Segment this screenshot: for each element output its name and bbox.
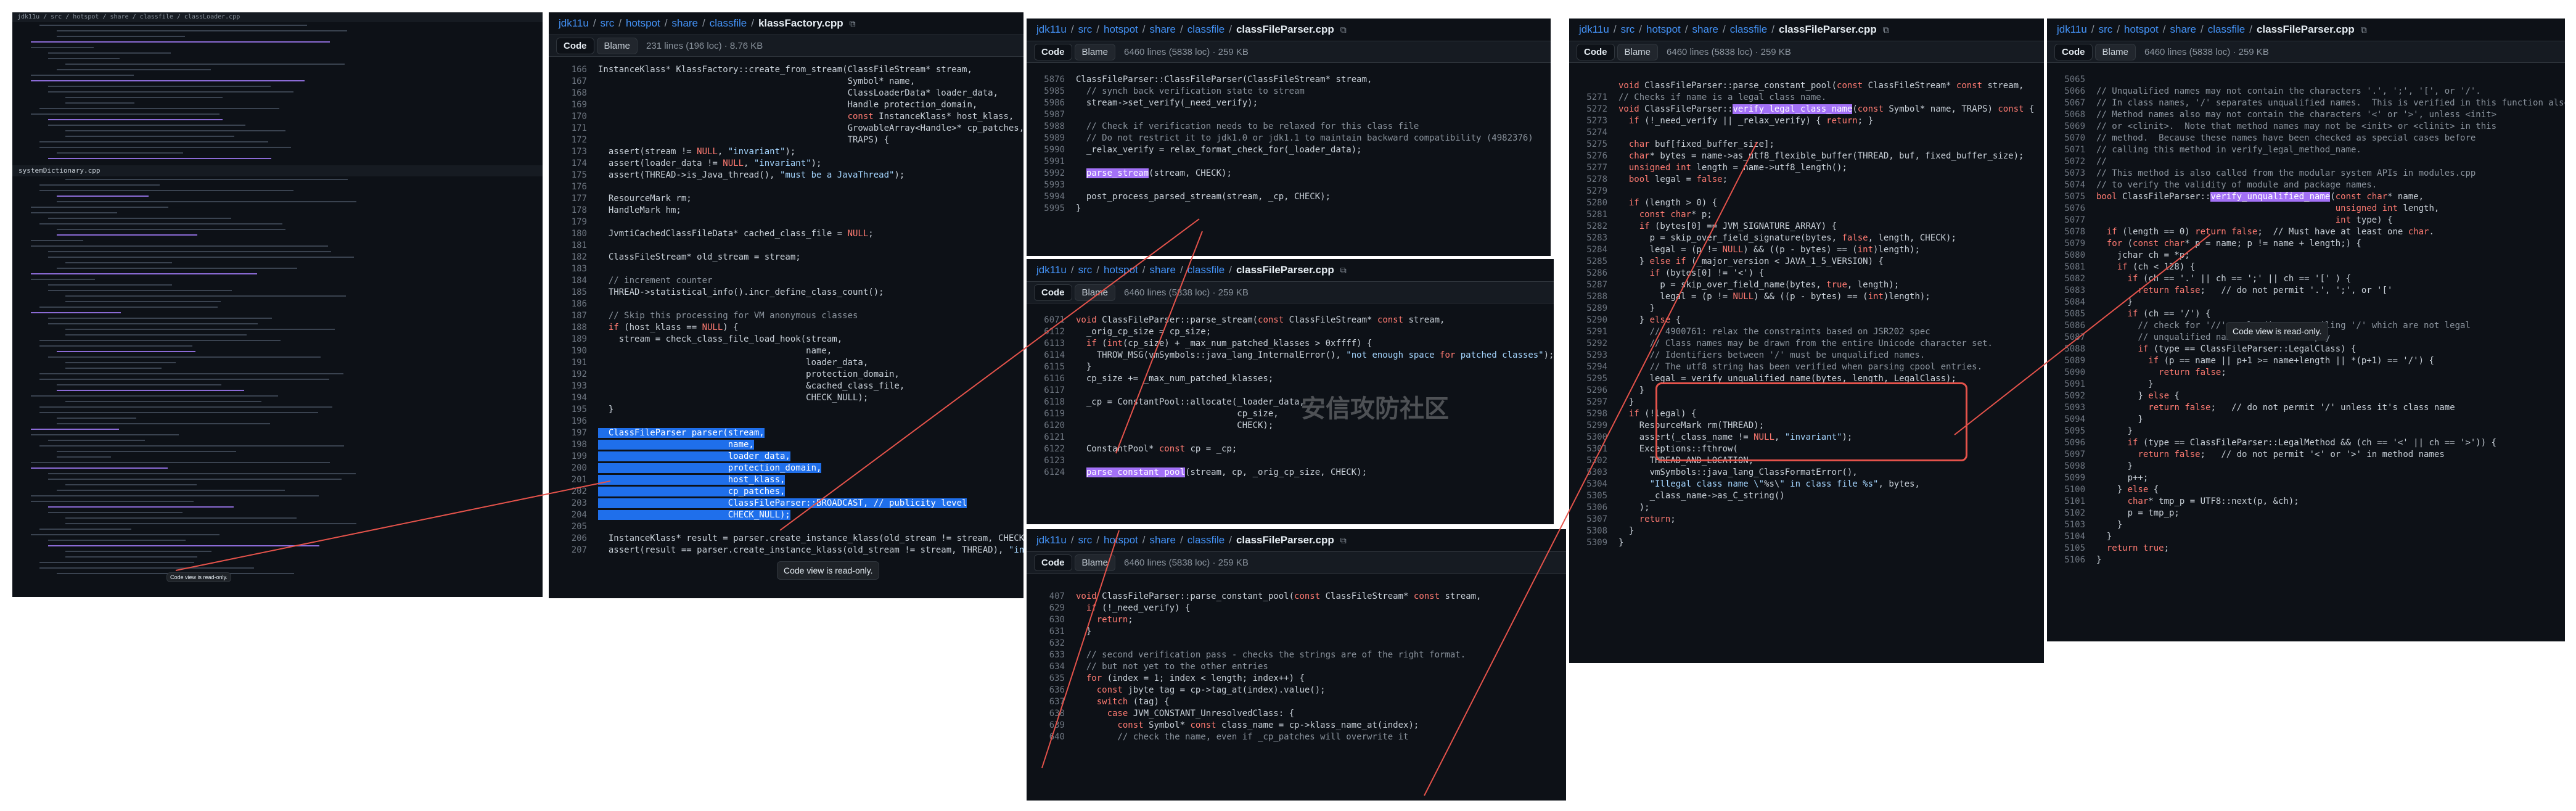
arrow-verify-to-unqualified [1954, 234, 2211, 435]
arrow-constructor-to-parse-stream [1115, 231, 1203, 454]
connector-arrows [175, 141, 2211, 796]
arrow-ide-to-factory [175, 480, 611, 571]
watermark: 安信攻防社区 [1301, 395, 1449, 422]
arrow-parse-stream-to-constant-pool [1041, 530, 1120, 768]
arrow-constant-pool-to-verify [1424, 141, 1758, 796]
arrow-factory-to-constructor [779, 218, 1200, 531]
